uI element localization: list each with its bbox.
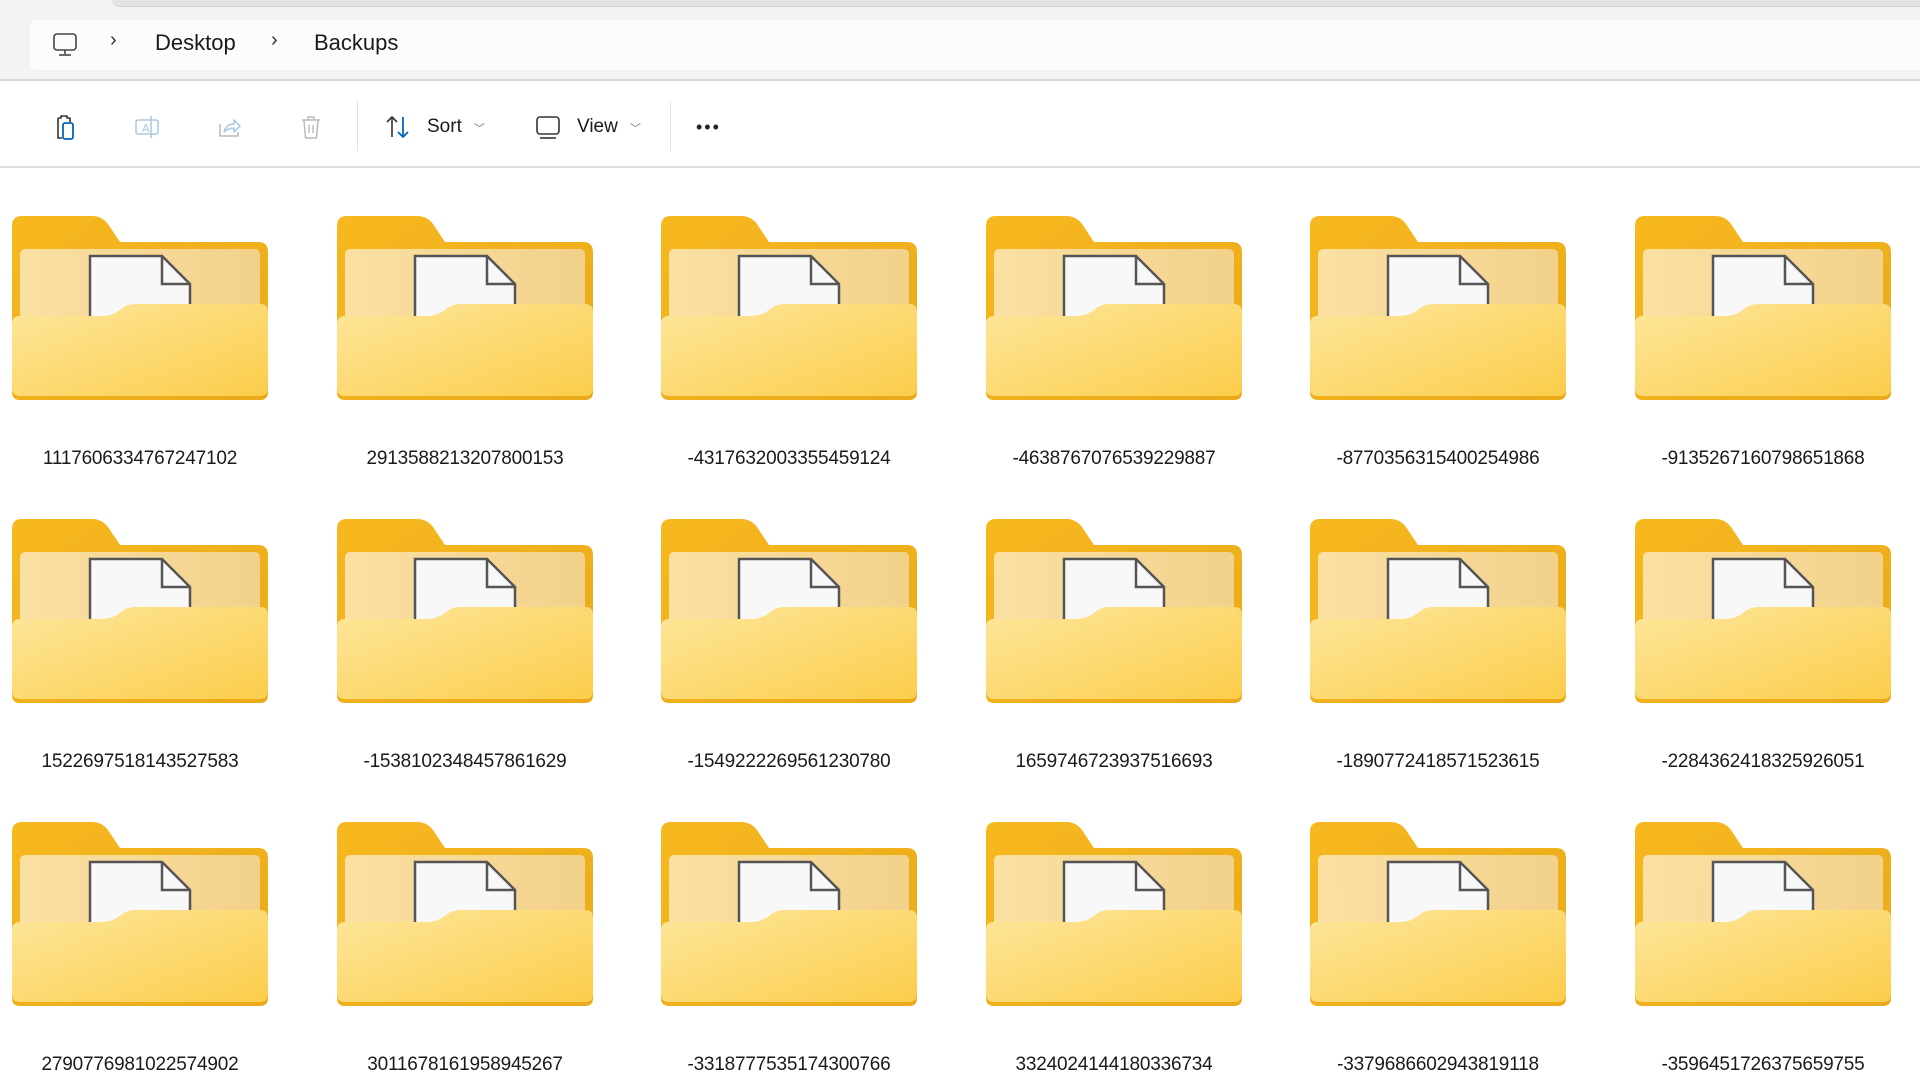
folder-name: 1659746723937516693 bbox=[1015, 751, 1213, 772]
folder-name: -3318777535174300766 bbox=[687, 1054, 891, 1075]
chevron-down-icon: ﹀ bbox=[629, 123, 641, 135]
folder-item[interactable]: -3318777535174300766 bbox=[649, 776, 973, 1079]
folder-icon bbox=[1635, 822, 1891, 1006]
browser-tab-edge bbox=[112, 0, 1920, 7]
folder-icon bbox=[986, 519, 1242, 703]
folder-icon bbox=[986, 822, 1242, 1006]
folder-grid: 1117606334767247102 2913588213207800153 bbox=[0, 170, 1920, 1080]
folder-item[interactable]: -1890772418571523615 bbox=[1298, 473, 1622, 776]
folder-icon bbox=[337, 822, 593, 1006]
folder-item[interactable]: -8770356315400254986 bbox=[1298, 170, 1622, 473]
share-icon bbox=[219, 119, 241, 137]
folder-icon bbox=[661, 519, 917, 703]
sort-icon bbox=[386, 116, 409, 138]
folder-item[interactable]: 1659746723937516693 bbox=[974, 473, 1298, 776]
view-button[interactable]: View ﹀ bbox=[533, 107, 641, 147]
folder-name: 2790776981022574902 bbox=[41, 1054, 239, 1075]
sort-label: Sort bbox=[427, 116, 462, 137]
folder-item[interactable]: 3011678161958945267 bbox=[325, 776, 649, 1079]
folder-name: -3596451726375659755 bbox=[1661, 1054, 1865, 1075]
folder-icon bbox=[986, 216, 1242, 400]
folder-item[interactable]: -9135267160798651868 bbox=[1623, 170, 1920, 473]
folder-item[interactable]: 2913588213207800153 bbox=[325, 170, 649, 473]
view-icon bbox=[536, 116, 560, 139]
folder-name: -8770356315400254986 bbox=[1336, 448, 1540, 469]
chevron-right-icon[interactable]: › bbox=[110, 29, 117, 52]
folder-icon bbox=[1635, 519, 1891, 703]
toolbar-divider bbox=[357, 101, 358, 151]
sort-button[interactable]: Sort ﹀ bbox=[383, 107, 485, 147]
folder-item[interactable]: -1549222269561230780 bbox=[649, 473, 973, 776]
folder-name: 1117606334767247102 bbox=[42, 448, 238, 469]
folder-icon bbox=[337, 519, 593, 703]
command-bar: A Sort ﹀ View ﹀ ••• bbox=[0, 83, 1920, 168]
folder-name: 3324024144180336734 bbox=[1015, 1054, 1213, 1075]
address-area: › Desktop › Backups bbox=[0, 0, 1920, 81]
toolbar-divider bbox=[670, 101, 671, 151]
folder-icon bbox=[337, 216, 593, 400]
folder-name: 1522697518143527583 bbox=[41, 751, 239, 772]
folder-icon bbox=[1635, 216, 1891, 400]
folder-item[interactable]: 3324024144180336734 bbox=[974, 776, 1298, 1079]
folder-item[interactable]: -3379686602943819118 bbox=[1298, 776, 1622, 1079]
folder-item[interactable]: -1538102348457861629 bbox=[325, 473, 649, 776]
folder-name: -1538102348457861629 bbox=[363, 751, 567, 772]
delete-icon bbox=[302, 116, 320, 139]
paste-icon bbox=[57, 115, 74, 140]
folder-name: -4638767076539229887 bbox=[1012, 448, 1216, 469]
folder-icon bbox=[12, 822, 268, 1006]
chevron-right-icon[interactable]: › bbox=[271, 29, 278, 52]
folder-item[interactable]: 1522697518143527583 bbox=[0, 473, 324, 776]
folder-name: -4317632003355459124 bbox=[687, 448, 891, 469]
this-pc-icon[interactable] bbox=[52, 32, 78, 58]
folder-icon bbox=[12, 216, 268, 400]
breadcrumb-backups[interactable]: Backups bbox=[314, 30, 398, 56]
folder-item[interactable]: -3596451726375659755 bbox=[1623, 776, 1920, 1079]
folder-icon bbox=[661, 216, 917, 400]
delete-button[interactable] bbox=[296, 107, 326, 147]
folder-icon bbox=[12, 519, 268, 703]
folder-icon bbox=[1310, 519, 1566, 703]
folder-icon bbox=[1310, 822, 1566, 1006]
view-label: View bbox=[577, 116, 618, 137]
folder-item[interactable]: -4317632003355459124 bbox=[649, 170, 973, 473]
more-options-button[interactable]: ••• bbox=[696, 107, 721, 147]
folder-name: 2913588213207800153 bbox=[366, 448, 564, 469]
folder-icon bbox=[661, 822, 917, 1006]
folder-item[interactable]: -2284362418325926051 bbox=[1623, 473, 1920, 776]
paste-button[interactable] bbox=[50, 107, 80, 147]
more-icon: ••• bbox=[696, 116, 721, 137]
folder-name: -1549222269561230780 bbox=[687, 751, 891, 772]
rename-icon: A bbox=[135, 116, 159, 138]
folder-name: -3379686602943819118 bbox=[1337, 1054, 1539, 1075]
folder-name: -1890772418571523615 bbox=[1336, 751, 1540, 772]
folder-item[interactable]: -4638767076539229887 bbox=[974, 170, 1298, 473]
share-button[interactable] bbox=[214, 107, 244, 147]
rename-button[interactable]: A bbox=[132, 107, 162, 147]
folder-name: -2284362418325926051 bbox=[1661, 751, 1865, 772]
folder-item[interactable]: 2790776981022574902 bbox=[0, 776, 324, 1079]
svg-text:A: A bbox=[142, 122, 150, 135]
folder-name: 3011678161958945267 bbox=[367, 1054, 563, 1075]
folder-name: -9135267160798651868 bbox=[1661, 448, 1865, 469]
breadcrumb-desktop[interactable]: Desktop bbox=[155, 30, 236, 56]
folder-icon bbox=[1310, 216, 1566, 400]
chevron-down-icon: ﹀ bbox=[473, 123, 485, 135]
folder-item[interactable]: 1117606334767247102 bbox=[0, 170, 324, 473]
